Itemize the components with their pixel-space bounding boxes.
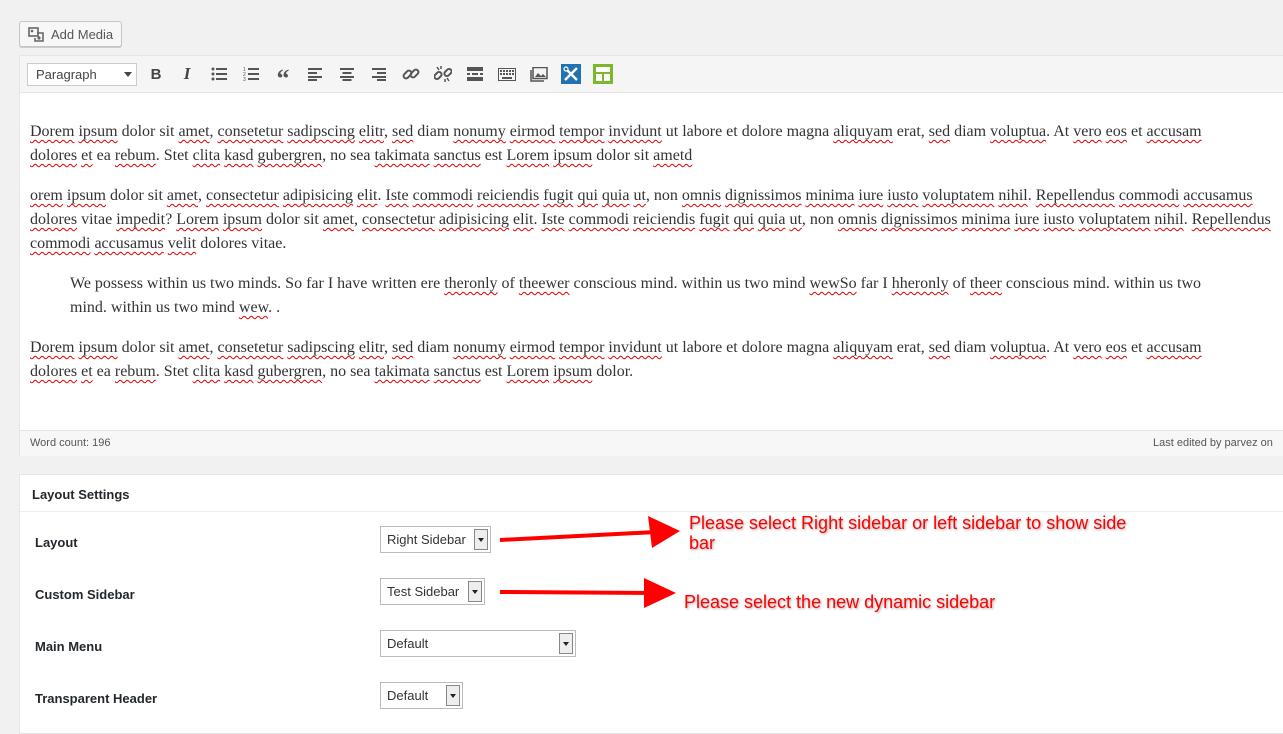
transparent-header-select[interactable]: Default bbox=[380, 682, 463, 709]
blockquote-icon: “ bbox=[276, 64, 290, 93]
annotation-arrow-icon bbox=[499, 516, 680, 548]
paragraph-2: orem ipsum dolor sit amet, consectetur a… bbox=[30, 184, 1271, 256]
link-icon bbox=[402, 68, 420, 80]
layout-label: Layout bbox=[35, 535, 78, 550]
numbered-list-icon: 1 2 3 bbox=[243, 67, 259, 81]
sidebar-annotation: Please select the new dynamic sidebar bbox=[684, 592, 996, 612]
page-builder-icon bbox=[593, 64, 613, 84]
shortcodes-icon bbox=[561, 64, 581, 84]
editor-toolbar: Paragraph B I 1 2 3 “ bbox=[20, 56, 1283, 93]
align-center-button[interactable] bbox=[336, 63, 358, 85]
align-left-button[interactable] bbox=[304, 63, 326, 85]
paragraph-3-line-2: dolores et ea rebum. Stet clita kasd gub… bbox=[30, 363, 634, 380]
paragraph-3: Dorem ipsum dolor sit amet, consetetur s… bbox=[30, 336, 1202, 384]
page-builder-button[interactable] bbox=[592, 63, 614, 85]
align-center-icon bbox=[340, 67, 354, 81]
numbered-list-button[interactable]: 1 2 3 bbox=[240, 63, 262, 85]
paragraph-2-line-1: orem ipsum dolor sit amet, consectetur a… bbox=[30, 187, 1253, 204]
word-count: Word count: 196 bbox=[30, 437, 111, 449]
keyboard-icon bbox=[498, 67, 516, 81]
paragraph-3-line-1: Dorem ipsum dolor sit amet, consetetur s… bbox=[30, 339, 1202, 356]
main-menu-select-value: Default bbox=[387, 636, 429, 651]
transparent-header-label: Transparent Header bbox=[35, 691, 158, 706]
media-icon bbox=[28, 26, 45, 42]
blockquote-button[interactable]: “ bbox=[272, 63, 294, 93]
post-editor: Paragraph B I 1 2 3 “ Dorem ipsum dolor … bbox=[19, 55, 1283, 456]
gallery-icon bbox=[530, 66, 548, 82]
format-select-value: Paragraph bbox=[36, 67, 97, 82]
bold-icon: B bbox=[150, 65, 162, 83]
chevron-down-icon bbox=[474, 529, 488, 550]
align-right-button[interactable] bbox=[368, 63, 390, 85]
layout-annotation: Please select Right sidebar or left side… bbox=[689, 513, 1209, 553]
add-media-label: Add Media bbox=[51, 26, 114, 42]
layout-settings-title: Layout Settings bbox=[32, 487, 130, 502]
transparent-header-select-value: Default bbox=[387, 688, 429, 703]
format-select[interactable]: Paragraph bbox=[27, 63, 137, 86]
layout-select-value: Right Sidebar bbox=[387, 532, 466, 547]
last-edited: Last edited by parvez on bbox=[1153, 437, 1273, 449]
layout-annotation-line-2: bar bbox=[689, 533, 716, 553]
bold-button[interactable]: B bbox=[145, 63, 167, 85]
remove-link-button[interactable] bbox=[432, 63, 454, 85]
read-more-icon bbox=[467, 67, 483, 81]
paragraph-2-line-3: commodi accusamus velit dolores vitae. bbox=[30, 235, 287, 252]
paragraph-1-line-1: Dorem ipsum dolor sit amet, consetetur s… bbox=[30, 123, 1202, 140]
add-media-button[interactable]: Add Media bbox=[19, 21, 122, 47]
annotation-arrow-icon bbox=[499, 578, 676, 608]
blockquote-line-2: mind. within us two mind wew. . bbox=[70, 299, 281, 316]
paragraph-1-line-2: dolores et ea rebum. Stet clita kasd gub… bbox=[30, 147, 693, 164]
chevron-down-icon bbox=[124, 72, 132, 77]
custom-sidebar-select[interactable]: Test Sidebar bbox=[380, 578, 485, 605]
read-more-button[interactable] bbox=[464, 63, 486, 85]
bulleted-list-icon bbox=[211, 67, 227, 81]
toolbar-toggle-button[interactable] bbox=[496, 63, 518, 85]
chevron-down-icon bbox=[468, 581, 482, 602]
editor-status-bar: Word count: 196 Last edited by parvez on bbox=[20, 430, 1283, 456]
chevron-down-icon bbox=[559, 633, 573, 654]
bulleted-list-button[interactable] bbox=[208, 63, 230, 85]
custom-sidebar-select-value: Test Sidebar bbox=[387, 584, 460, 599]
add-media-grid-button[interactable] bbox=[528, 63, 550, 85]
svg-text:3: 3 bbox=[243, 77, 246, 81]
insert-link-button[interactable] bbox=[400, 63, 422, 85]
blockquote-line-1: We possess within us two minds. So far I… bbox=[70, 275, 1201, 292]
italic-button[interactable]: I bbox=[176, 63, 198, 85]
chevron-down-icon bbox=[446, 685, 460, 706]
custom-sidebar-label: Custom Sidebar bbox=[35, 587, 135, 602]
align-right-icon bbox=[372, 67, 386, 81]
unlink-icon bbox=[434, 66, 452, 82]
blockquote: We possess within us two minds. So far I… bbox=[70, 272, 1201, 320]
paragraph-1: Dorem ipsum dolor sit amet, consetetur s… bbox=[30, 120, 1202, 168]
paragraph-2-line-2: dolores vitae impedit? Lorem ipsum dolor… bbox=[30, 211, 1271, 228]
main-menu-select[interactable]: Default bbox=[380, 630, 576, 657]
layout-select[interactable]: Right Sidebar bbox=[380, 526, 491, 553]
shortcodes-button[interactable] bbox=[560, 63, 582, 85]
main-menu-label: Main Menu bbox=[35, 639, 103, 654]
italic-icon: I bbox=[183, 64, 191, 83]
align-left-icon bbox=[308, 67, 322, 81]
layout-annotation-line-1: Please select Right sidebar or left side… bbox=[689, 513, 1127, 533]
